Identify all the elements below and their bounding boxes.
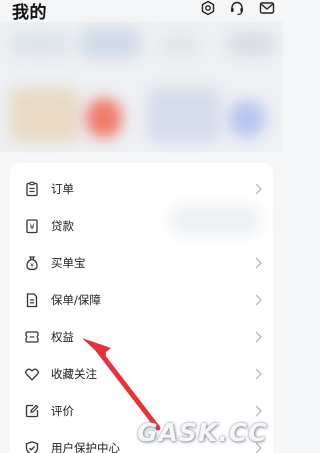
menu-item-orders[interactable]: 订单 xyxy=(10,171,273,208)
menu-item-benefits[interactable]: 权益 xyxy=(10,319,273,356)
my-page: 我的 订单 ¥ 贷款 ¥ 买单宝 保单/保障 权益 收藏关注 评价 用户保护中心… xyxy=(0,0,283,453)
ticket-icon xyxy=(24,329,40,345)
menu-item-label: 权益 xyxy=(51,330,74,344)
chevron-right-icon xyxy=(253,367,263,381)
customer-service-icon[interactable] xyxy=(229,0,245,16)
money-bag-icon: ¥ xyxy=(24,255,40,271)
menu-item-label: 买单宝 xyxy=(51,256,86,270)
watermark: GASK.CC xyxy=(137,418,268,447)
document-icon xyxy=(24,292,40,308)
clipboard-icon xyxy=(24,181,40,197)
menu-item-label: 评价 xyxy=(51,404,74,418)
chevron-right-icon xyxy=(253,293,263,307)
settings-icon[interactable] xyxy=(200,0,216,16)
menu-item-label: 收藏关注 xyxy=(51,367,97,381)
chevron-right-icon xyxy=(253,404,263,418)
chevron-right-icon xyxy=(253,256,263,270)
menu-item-label: 订单 xyxy=(51,182,74,196)
page-title: 我的 xyxy=(12,3,47,23)
menu-card: 订单 ¥ 贷款 ¥ 买单宝 保单/保障 权益 收藏关注 评价 用户保护中心 xyxy=(10,163,273,453)
menu-item-label: 用户保护中心 xyxy=(51,441,120,453)
shield-icon xyxy=(24,440,40,453)
blurred-account-summary xyxy=(0,22,283,152)
svg-text:¥: ¥ xyxy=(29,223,34,232)
menu-item-policies[interactable]: 保单/保障 xyxy=(10,282,273,319)
menu-item-label: 保单/保障 xyxy=(51,293,101,307)
mail-icon[interactable] xyxy=(259,0,275,16)
menu-item-loans[interactable]: ¥ 贷款 xyxy=(10,208,273,245)
svg-text:¥: ¥ xyxy=(30,263,34,270)
menu-item-maidanbao[interactable]: ¥ 买单宝 xyxy=(10,245,273,282)
yen-document-icon: ¥ xyxy=(24,218,40,234)
chevron-right-icon xyxy=(253,330,263,344)
menu-item-favorites[interactable]: 收藏关注 xyxy=(10,356,273,393)
edit-icon xyxy=(24,403,40,419)
header: 我的 xyxy=(0,0,283,23)
heart-icon xyxy=(24,366,40,382)
chevron-right-icon xyxy=(253,182,263,196)
menu-item-label: 贷款 xyxy=(51,219,74,233)
